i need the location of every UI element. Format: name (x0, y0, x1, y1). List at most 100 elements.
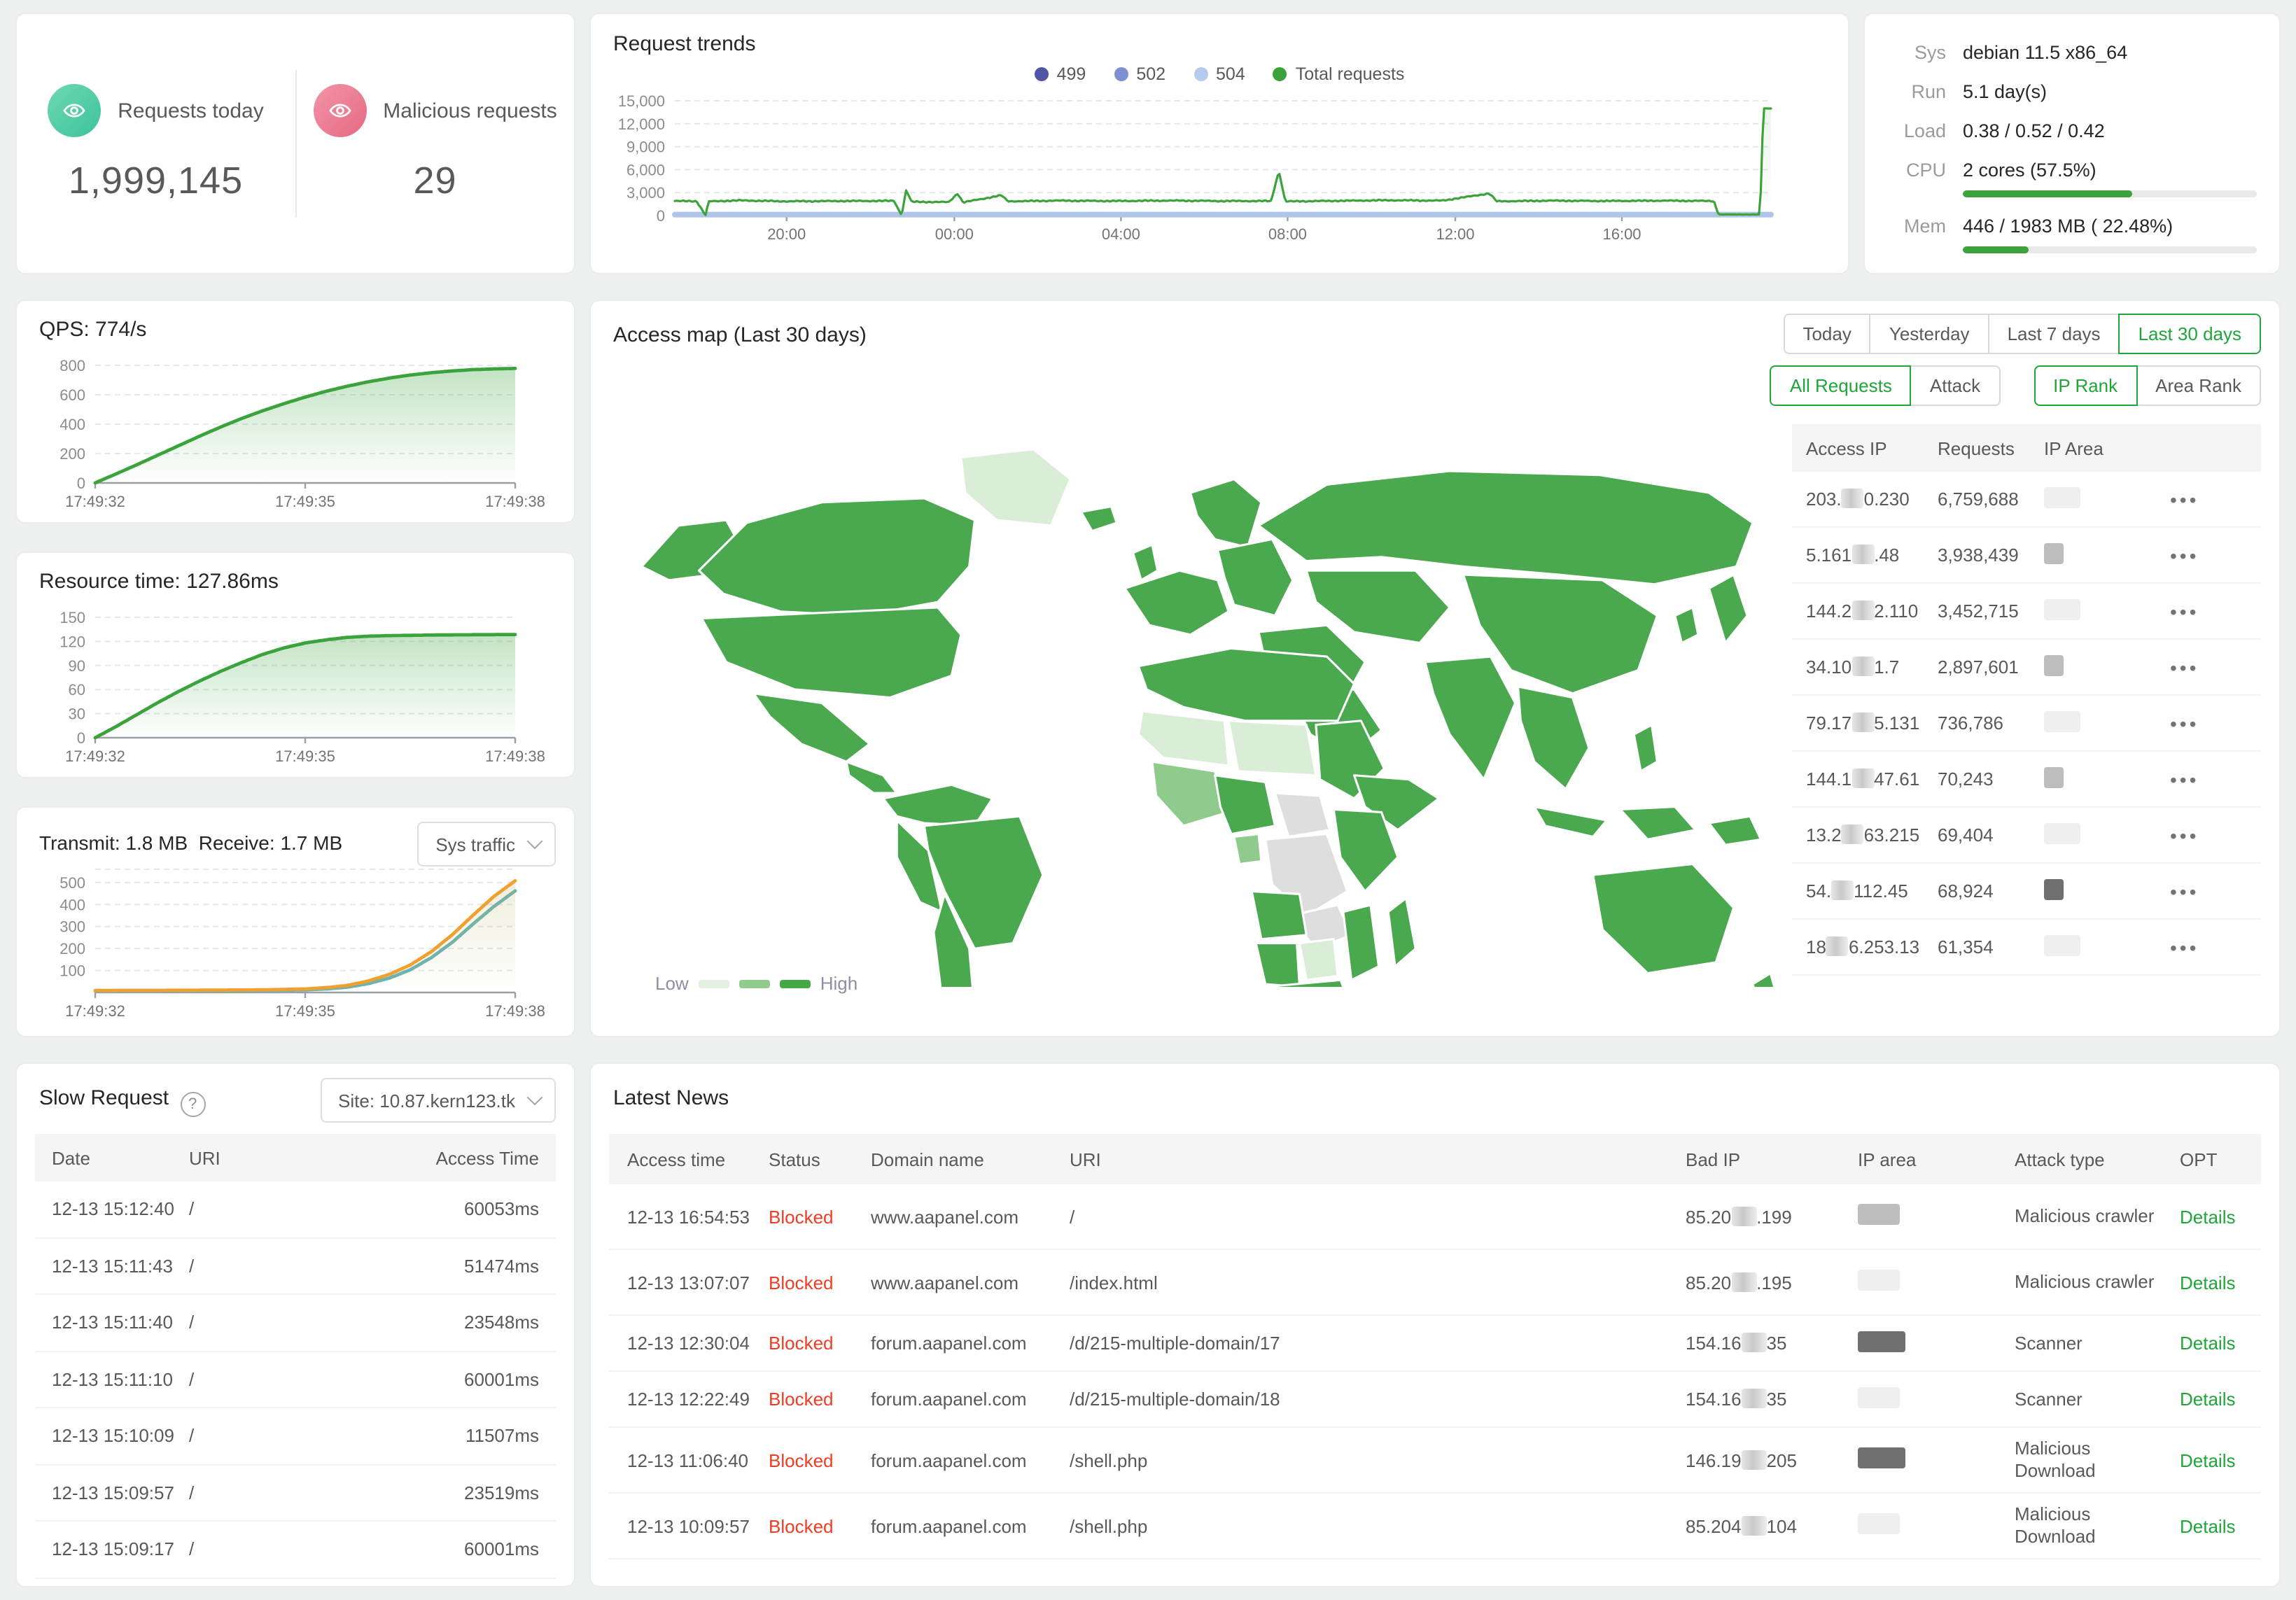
status-badge: Blocked (769, 1389, 871, 1410)
date: 12-13 15:09:17 (35, 1539, 189, 1560)
card-title: Latest News (613, 1086, 729, 1110)
filter-all-requests[interactable]: All Requests (1770, 365, 1912, 406)
legend-item[interactable]: Total requests (1273, 64, 1405, 84)
tab-yesterday[interactable]: Yesterday (1870, 314, 1989, 354)
news-row: 12-13 12:22:49Blockedforum.aapanel.com/d… (609, 1372, 2261, 1428)
card-title: Access map (Last 30 days) (613, 323, 867, 347)
access-time: 12-13 12:30:04 (609, 1333, 769, 1354)
access-time: 12-13 11:06:40 (609, 1450, 769, 1471)
card-title: Request trends (613, 32, 755, 56)
stat-label: Requests today (118, 99, 263, 122)
row-actions-button[interactable]: ••• (2170, 768, 2261, 790)
domain-name: www.aapanel.com (871, 1206, 1070, 1227)
legend-dot-icon (1273, 67, 1287, 81)
svg-text:17:49:32: 17:49:32 (65, 748, 125, 765)
row-actions-button[interactable]: ••• (2170, 824, 2261, 846)
redacted-text (1851, 769, 1874, 788)
slow-request-row: 12-13 15:11:40/23548ms (35, 1295, 556, 1352)
svg-text:17:49:32: 17:49:32 (65, 1002, 125, 1020)
attack-type: Scanner (2015, 1332, 2180, 1354)
row-actions-button[interactable]: ••• (2170, 712, 2261, 734)
ip-rank-row: 186.253.1361,354••• (1792, 920, 2261, 976)
row-actions-button[interactable]: ••• (2170, 488, 2261, 510)
access-time: 60053ms (385, 1199, 556, 1220)
ip-area (2044, 654, 2170, 680)
request-trends-chart[interactable]: 03,0006,0009,00012,00015,00020:0000:0004… (591, 14, 1848, 266)
request-count: 6,759,688 (1938, 489, 2044, 510)
svg-text:08:00: 08:00 (1268, 225, 1307, 243)
svg-text:60: 60 (69, 681, 85, 699)
map-legend: Low High (655, 973, 858, 994)
tab-today[interactable]: Today (1783, 314, 1870, 354)
request-count: 3,938,439 (1938, 545, 2044, 566)
ip-area (2044, 710, 2170, 736)
svg-text:500: 500 (59, 874, 85, 892)
card-title: Slow Request? (39, 1086, 205, 1117)
uri: / (189, 1312, 385, 1333)
latest-news-table: Access timeStatusDomain nameURIBad IPIP … (609, 1134, 2261, 1586)
row-actions-button[interactable]: ••• (2170, 544, 2261, 566)
redacted-text (1742, 1389, 1767, 1408)
date: 12-13 15:12:40 (35, 1199, 189, 1220)
redacted-flag (2044, 486, 2080, 507)
system-info-card: Sysdebian 11.5 x86_64Run5.1 day(s)Load0.… (1865, 14, 2279, 273)
news-row: 12-13 13:07:07Blockedwww.aapanel.com/ind… (609, 1250, 2261, 1316)
legend-item[interactable]: 502 (1114, 64, 1166, 84)
filter-area-rank[interactable]: Area Rank (2136, 365, 2261, 406)
request-trends-card: Request trends 499 502 504 Total requests 0… (591, 14, 1848, 273)
svg-text:17:49:35: 17:49:35 (275, 493, 335, 510)
redacted-flag (1858, 1204, 1900, 1225)
svg-text:0: 0 (657, 207, 665, 225)
details-link[interactable]: Details (2180, 1272, 2261, 1293)
redacted-text (1742, 1515, 1767, 1535)
status-badge: Blocked (769, 1206, 871, 1227)
details-link[interactable]: Details (2180, 1389, 2261, 1410)
redacted-flag (2044, 822, 2080, 843)
legend-item[interactable]: 504 (1194, 64, 1245, 84)
row-actions-button[interactable]: ••• (2170, 880, 2261, 902)
access-time: 51474ms (385, 1256, 556, 1277)
date: 12-13 15:11:43 (35, 1256, 189, 1277)
date: 12-13 15:09:57 (35, 1482, 189, 1503)
traffic-type-select[interactable]: Sys traffic (417, 822, 556, 866)
redacted-flag (2044, 766, 2064, 787)
svg-text:30: 30 (69, 706, 85, 723)
legend-item[interactable]: 499 (1035, 64, 1086, 84)
uri: / (189, 1482, 385, 1503)
svg-text:17:49:35: 17:49:35 (275, 1002, 335, 1020)
details-link[interactable]: Details (2180, 1515, 2261, 1536)
details-link[interactable]: Details (2180, 1206, 2261, 1227)
ip-area (2044, 598, 2170, 624)
domain-name: forum.aapanel.com (871, 1333, 1070, 1354)
help-icon[interactable]: ? (180, 1092, 205, 1117)
redacted-flag (2044, 598, 2080, 619)
svg-text:300: 300 (59, 918, 85, 936)
svg-text:0: 0 (77, 729, 85, 747)
redacted-text (1826, 936, 1849, 956)
row-actions-button[interactable]: ••• (2170, 600, 2261, 622)
redacted-flag (1858, 1331, 1905, 1352)
filter-attack[interactable]: Attack (1910, 365, 2000, 406)
details-link[interactable]: Details (2180, 1333, 2261, 1354)
access-ip: 79.175.131 (1792, 713, 1938, 734)
filter-ip-rank[interactable]: IP Rank (2033, 365, 2137, 406)
world-map[interactable] (616, 441, 1792, 987)
redacted-text (1842, 824, 1864, 844)
tab-last-7-days[interactable]: Last 7 days (1988, 314, 2120, 354)
domain-name: www.aapanel.com (871, 1272, 1070, 1293)
news-row: 12-13 16:54:53Blockedwww.aapanel.com/85.… (609, 1184, 2261, 1250)
row-actions-button[interactable]: ••• (2170, 936, 2261, 958)
system-row: Load0.38 / 0.52 / 0.42 (1887, 120, 2254, 141)
slow-request-row: 12-13 15:11:10/60001ms (35, 1352, 556, 1408)
svg-text:20:00: 20:00 (767, 225, 806, 243)
redacted-text (1851, 601, 1874, 620)
legend-dot-icon (1114, 67, 1128, 81)
request-count: 61,354 (1938, 936, 2044, 957)
uri: / (1070, 1206, 1686, 1227)
details-link[interactable]: Details (2180, 1450, 2261, 1471)
ip-rank-row: 79.175.131736,786••• (1792, 696, 2261, 752)
tab-last-30-days[interactable]: Last 30 days (2119, 314, 2261, 354)
slow-request-row: 12-13 15:11:43/51474ms (35, 1238, 556, 1295)
site-select[interactable]: Site: 10.87.kern123.tk (320, 1078, 556, 1123)
row-actions-button[interactable]: ••• (2170, 656, 2261, 678)
